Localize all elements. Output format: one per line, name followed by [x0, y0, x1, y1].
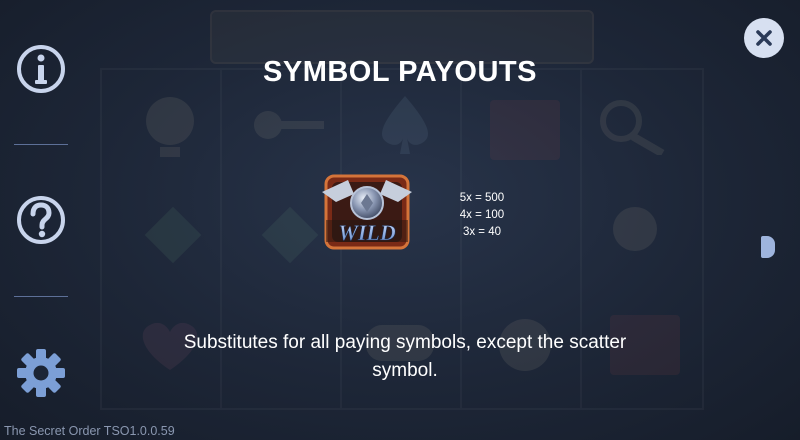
- close-button[interactable]: [744, 18, 784, 58]
- symbol-description: Substitutes for all paying symbols, exce…: [183, 332, 627, 381]
- faded-spade-symbol: [382, 96, 428, 154]
- faded-diamond-symbol: [261, 206, 319, 264]
- faded-key-symbol: [254, 111, 324, 139]
- faded-diamond-symbol: [144, 206, 202, 264]
- page-handle-icon[interactable]: [761, 236, 775, 258]
- faded-globe-symbol: [146, 97, 194, 157]
- wild-symbol-icon: WILD: [322, 174, 412, 250]
- help-button[interactable]: [14, 193, 68, 247]
- payout-4x: 4x = 100: [459, 209, 505, 221]
- version-label: The Secret Order TSO1.0.0.59: [4, 424, 175, 438]
- gear-icon: [17, 349, 65, 397]
- faded-magnifier-symbol: [600, 100, 665, 155]
- faded-globe-symbol: [613, 207, 657, 251]
- help-icon: [17, 196, 65, 244]
- payout-3x: 3x = 40: [462, 226, 502, 238]
- faded-book-symbol: [490, 100, 560, 160]
- page-title: SYMBOL PAYOUTS: [263, 56, 537, 88]
- sidebar-divider: [14, 296, 68, 297]
- wild-symbol-label: WILD: [338, 220, 396, 245]
- payout-list: 5x = 500 4x = 100 3x = 40: [440, 190, 524, 241]
- sidebar-divider: [14, 144, 68, 145]
- settings-button[interactable]: [14, 346, 68, 400]
- close-icon: [756, 30, 772, 46]
- payout-5x: 5x = 500: [459, 192, 505, 204]
